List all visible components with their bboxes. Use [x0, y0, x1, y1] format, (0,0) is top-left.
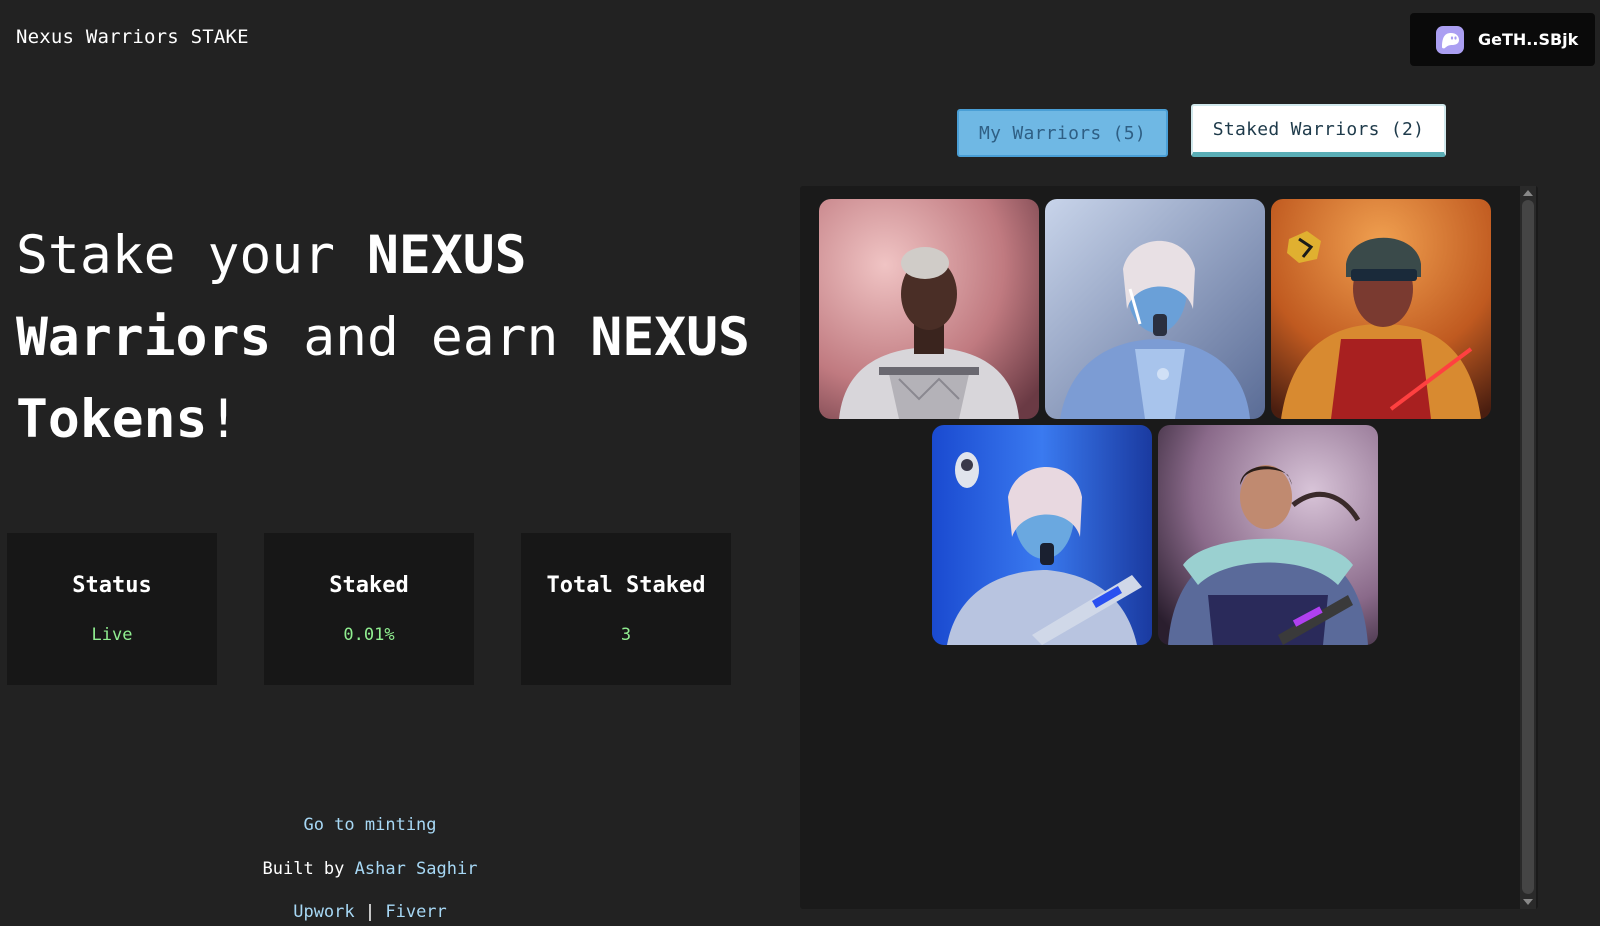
built-by-text: Built by: [262, 859, 355, 879]
stat-title: Status: [72, 573, 152, 598]
warrior-image: [932, 425, 1152, 645]
link-separator: |: [354, 902, 386, 922]
scroll-down-arrow-icon[interactable]: [1523, 899, 1533, 905]
mint-link-row: Go to minting: [0, 815, 740, 835]
page-headline: Stake your NEXUS Warriors and earn NEXUS T…: [16, 225, 750, 450]
stat-card-total-staked: Total Staked 3: [521, 533, 731, 685]
scroll-thumb[interactable]: [1522, 200, 1534, 894]
stat-value: 3: [620, 625, 632, 645]
stat-card-status: Status Live: [7, 533, 217, 685]
social-links-row: Upwork | Fiverr: [0, 902, 740, 922]
warrior-card-3[interactable]: [1271, 199, 1491, 419]
brand-title: Nexus Warriors STAKE: [16, 26, 249, 48]
stat-value: Live: [91, 625, 133, 645]
stat-title: Total Staked: [546, 573, 706, 598]
warrior-card-4[interactable]: [932, 425, 1152, 645]
stat-value: 0.01%: [343, 625, 395, 645]
wallet-button[interactable]: GeTH..SBjk: [1410, 13, 1595, 66]
warrior-image: [1158, 425, 1378, 645]
warrior-card-5[interactable]: [1158, 425, 1378, 645]
gallery-scrollbar[interactable]: [1520, 186, 1536, 909]
warrior-image: [1271, 199, 1491, 419]
warrior-image: [819, 199, 1039, 419]
fiverr-link[interactable]: Fiverr: [385, 902, 446, 922]
upwork-link[interactable]: Upwork: [293, 902, 354, 922]
tab-staked-warriors[interactable]: Staked Warriors (2): [1191, 104, 1446, 157]
warrior-image: [1045, 199, 1265, 419]
warrior-card-2[interactable]: [1045, 199, 1265, 419]
built-by-row: Built by Ashar Saghir: [0, 859, 740, 879]
warrior-gallery: [800, 186, 1538, 909]
wallet-address: GeTH..SBjk: [1478, 30, 1579, 49]
ghost-icon: [1436, 25, 1464, 54]
stat-card-staked: Staked 0.01%: [264, 533, 474, 685]
stat-title: Staked: [329, 573, 409, 598]
go-to-minting-link[interactable]: Go to minting: [303, 815, 436, 835]
scroll-up-arrow-icon[interactable]: [1523, 190, 1533, 196]
warrior-card-1[interactable]: [819, 199, 1039, 419]
author-link[interactable]: Ashar Saghir: [355, 859, 478, 879]
tab-my-warriors[interactable]: My Warriors (5): [957, 109, 1168, 157]
